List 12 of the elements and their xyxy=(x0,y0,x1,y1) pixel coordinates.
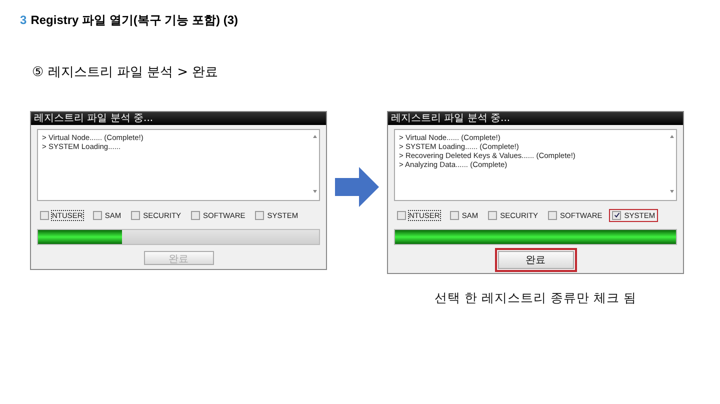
right-arrow-icon xyxy=(335,167,379,207)
scroll-up-icon[interactable] xyxy=(670,135,674,138)
caption-text: 선택 한 레지스트리 종류만 체크 됨 xyxy=(434,290,636,307)
check-icon xyxy=(614,212,620,218)
window-title: 레지스트리 파일 분석 중... xyxy=(31,112,326,125)
title-text: Registry 파일 열기(복구 기능 포함) (3) xyxy=(30,12,238,29)
step-heading: ⑤ 레지스트리 파일 분석 > 완료 xyxy=(32,64,220,81)
scroll-down-icon[interactable] xyxy=(313,190,317,193)
window-title: 레지스트리 파일 분석 중... xyxy=(388,112,683,125)
scroll-down-icon[interactable] xyxy=(670,190,674,193)
scroll-up-icon[interactable] xyxy=(313,135,317,138)
section-number: 3 xyxy=(20,13,27,27)
